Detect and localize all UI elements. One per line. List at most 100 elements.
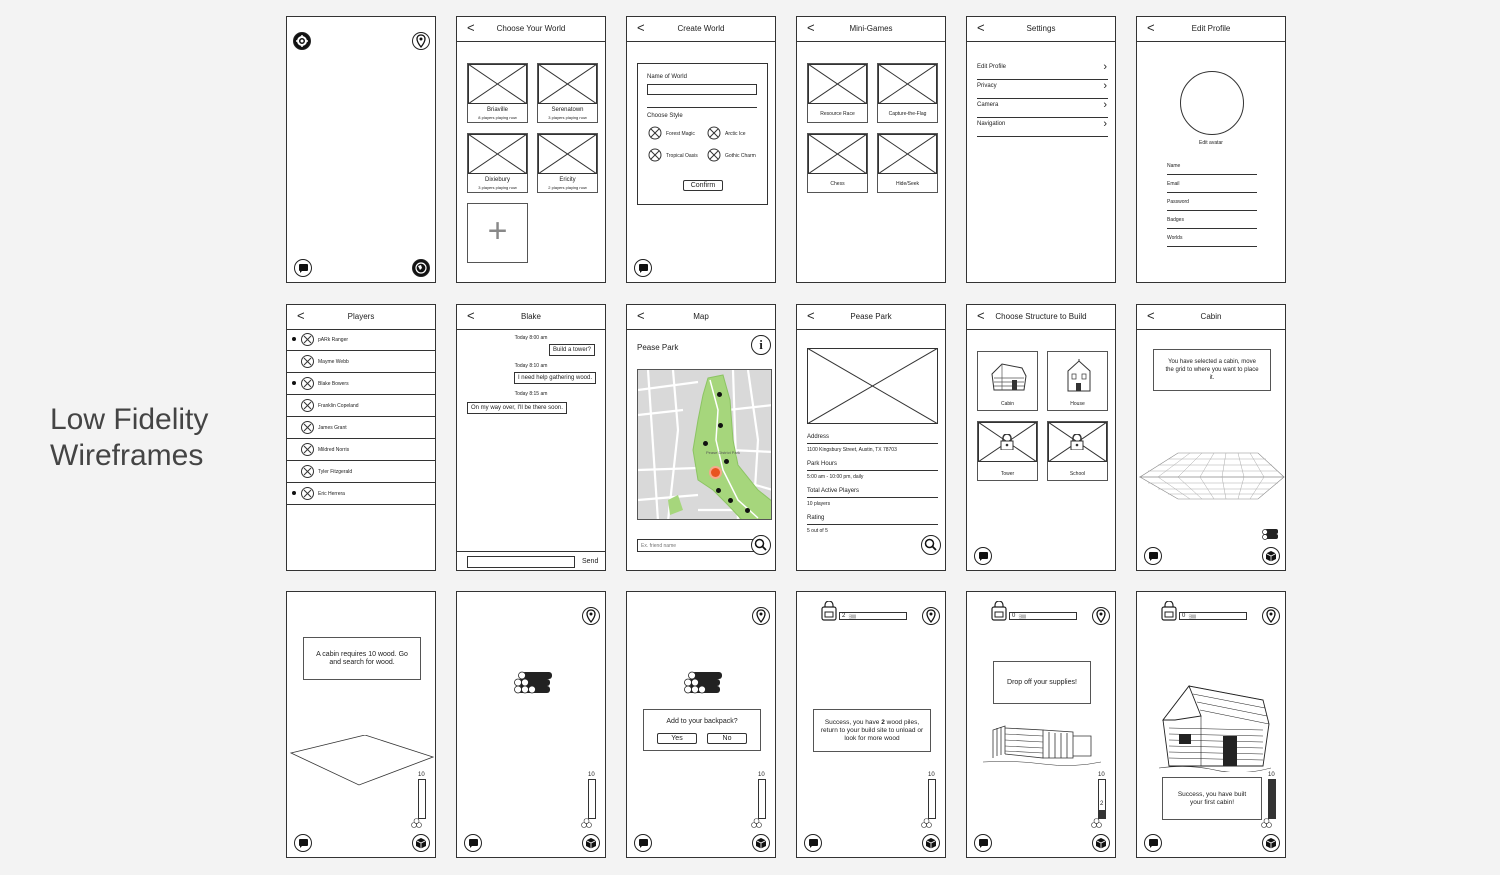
player-row[interactable]: Tyler Fitzgerald [287, 461, 435, 483]
location-pin-icon[interactable] [1262, 607, 1280, 625]
map-view[interactable]: Pease District Park [637, 369, 772, 520]
screen-title: Players [347, 312, 375, 321]
settings-gear-icon[interactable] [293, 32, 311, 50]
info-icon[interactable]: i [751, 335, 771, 355]
style-option[interactable]: Forest Magic [666, 131, 695, 137]
chat-bubble-icon[interactable] [464, 834, 482, 852]
chevron-right-icon: › [1103, 61, 1107, 73]
style-placeholder-icon[interactable] [648, 148, 662, 162]
cube-build-icon[interactable] [922, 834, 940, 852]
player-row[interactable]: Franklin Copeland [287, 395, 435, 417]
world-card[interactable]: Serenatown 3 players playing now [537, 63, 598, 123]
game-card[interactable]: Resource Race [807, 63, 868, 123]
location-pin-icon[interactable] [582, 607, 600, 625]
cube-build-icon[interactable] [412, 834, 430, 852]
backpack-count: 2 [842, 613, 846, 619]
cube-build-icon[interactable] [1262, 547, 1280, 565]
friend-search-input[interactable] [637, 539, 755, 552]
cube-build-icon[interactable] [752, 834, 770, 852]
backpack-icon[interactable] [1161, 601, 1177, 621]
search-icon[interactable] [921, 535, 941, 555]
location-pin-icon[interactable] [752, 607, 770, 625]
location-pin-icon[interactable] [922, 607, 940, 625]
world-name: Serenatown [551, 107, 584, 113]
game-card[interactable]: Chess [807, 133, 868, 193]
profile-field-email[interactable]: Email [1167, 179, 1257, 193]
settings-item-privacy[interactable]: Privacy › [977, 80, 1108, 99]
chat-bubble-icon[interactable] [294, 259, 312, 277]
wood-logs-icon [921, 818, 932, 828]
profile-field-worlds[interactable]: Worlds [1167, 233, 1257, 247]
player-row[interactable]: Eric Herrera [287, 483, 435, 505]
world-card[interactable]: Ericity 2 players playing now [537, 133, 598, 193]
structure-card-cabin[interactable]: Cabin [977, 351, 1038, 411]
player-marker-icon[interactable] [728, 498, 733, 503]
player-row[interactable]: pARk Ranger [287, 329, 435, 351]
send-button[interactable]: Send [582, 558, 598, 565]
location-pin-icon[interactable] [1092, 607, 1110, 625]
edit-avatar-link[interactable]: Edit avatar [1137, 140, 1285, 146]
player-marker-icon[interactable] [716, 488, 721, 493]
chat-bubble-icon[interactable] [294, 834, 312, 852]
cube-build-icon[interactable] [582, 834, 600, 852]
world-name: Briaville [486, 107, 508, 113]
game-card[interactable]: Capture-the-Flag [877, 63, 938, 123]
player-marker-icon[interactable] [717, 392, 722, 397]
settings-item-edit-profile[interactable]: Edit Profile › [977, 61, 1108, 80]
style-option[interactable]: Arctic Ice [725, 131, 746, 137]
chat-bubble-icon[interactable] [634, 259, 652, 277]
player-row[interactable]: James Grant [287, 417, 435, 439]
chat-bubble-icon[interactable] [804, 834, 822, 852]
player-marker-icon[interactable] [703, 441, 708, 446]
style-placeholder-icon[interactable] [707, 148, 721, 162]
game-card[interactable]: Hide/Seek [877, 133, 938, 193]
chat-bubble-icon[interactable] [634, 834, 652, 852]
style-placeholder-icon[interactable] [707, 126, 721, 140]
world-name: Dixiebury [484, 177, 510, 183]
profile-field-badges[interactable]: Badges [1167, 215, 1257, 229]
player-marker-icon[interactable] [745, 508, 750, 513]
success-text-start: Success, you have [824, 719, 882, 726]
header: < Pease Park [797, 305, 945, 330]
wood-logs-icon [581, 818, 592, 828]
player-marker-icon[interactable] [718, 423, 723, 428]
style-placeholder-icon[interactable] [648, 126, 662, 140]
world-card[interactable]: Briaville 8 players playing now [467, 63, 528, 123]
chat-bubble-icon[interactable] [1144, 547, 1162, 565]
message-time: Today 8:15 am [514, 391, 548, 397]
profile-field-name[interactable]: Name [1167, 161, 1257, 175]
player-row[interactable]: Mildred Norris [287, 439, 435, 461]
no-button[interactable]: No [707, 733, 747, 744]
world-name-input[interactable] [647, 84, 757, 95]
backpack-icon[interactable] [821, 601, 837, 621]
globe-icon[interactable] [412, 259, 430, 277]
profile-field-password[interactable]: Password [1167, 197, 1257, 211]
profile-field-label: Email [1167, 181, 1180, 187]
message-input[interactable] [467, 556, 575, 568]
placement-grid[interactable] [1138, 451, 1286, 501]
settings-item-camera[interactable]: Camera › [977, 99, 1108, 118]
image-placeholder-icon [468, 134, 527, 174]
settings-item-navigation[interactable]: Navigation › [977, 118, 1108, 137]
avatar[interactable] [1180, 71, 1244, 135]
message-bubble-sent: Build a tower? [548, 344, 595, 356]
style-option[interactable]: Tropical Oasis [666, 153, 698, 159]
chat-bubble-icon[interactable] [974, 834, 992, 852]
chat-bubble-icon[interactable] [974, 547, 992, 565]
location-pin-icon[interactable] [412, 32, 430, 50]
player-marker-icon[interactable] [724, 459, 729, 464]
backpack-icon[interactable] [991, 601, 1007, 621]
cube-build-icon[interactable] [1262, 834, 1280, 852]
cube-build-icon[interactable] [1092, 834, 1110, 852]
player-row[interactable]: Blake Bowers [287, 373, 435, 395]
structure-card-house[interactable]: House [1047, 351, 1108, 411]
world-card[interactable]: Dixiebury 3 players playing now [467, 133, 528, 193]
add-world-button[interactable]: + [467, 203, 528, 263]
settings-item-label: Camera [977, 102, 999, 108]
search-icon[interactable] [751, 535, 771, 555]
confirm-button[interactable]: Confirm [683, 180, 723, 191]
chat-bubble-icon[interactable] [1144, 834, 1162, 852]
style-option[interactable]: Gothic Charm [725, 153, 756, 159]
yes-button[interactable]: Yes [657, 733, 697, 744]
player-row[interactable]: Mayme Webb [287, 351, 435, 373]
